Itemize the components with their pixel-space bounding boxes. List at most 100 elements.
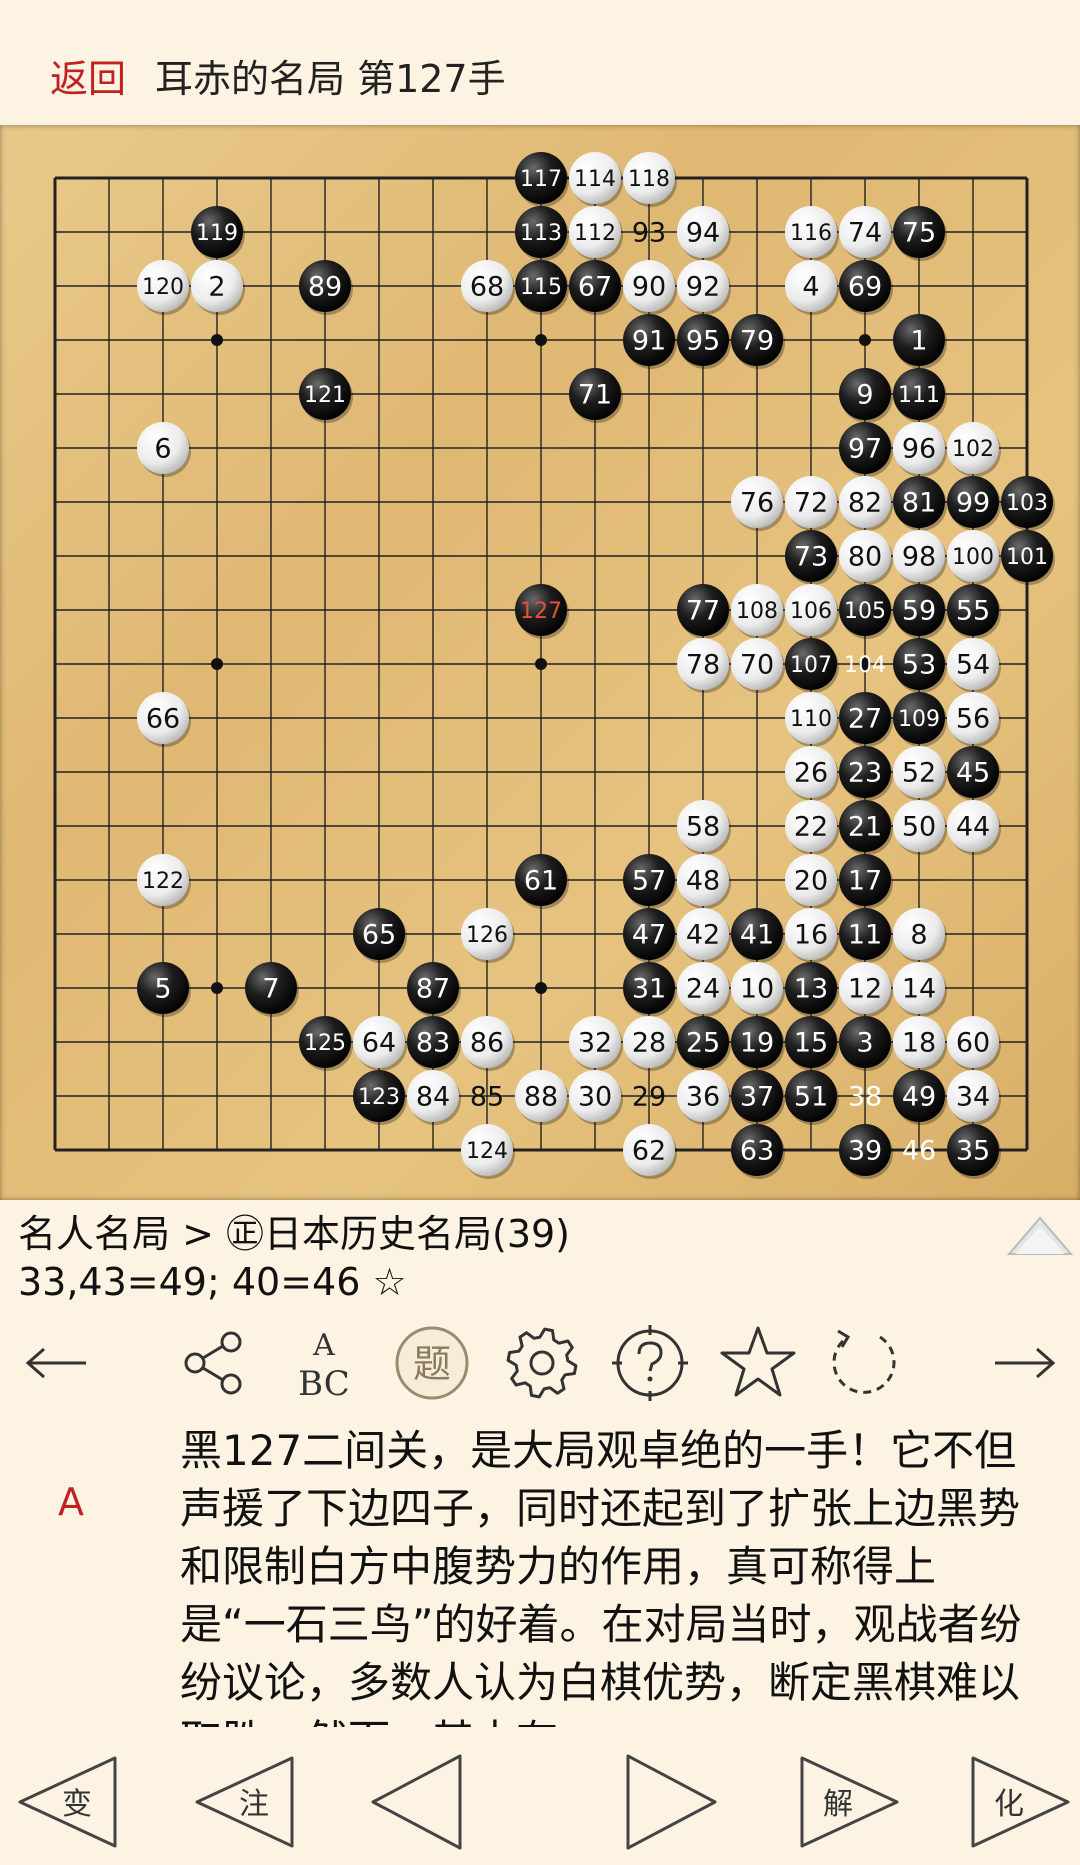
black-stone[interactable]: 39	[839, 1124, 893, 1179]
black-stone[interactable]: 63	[731, 1124, 785, 1179]
black-stone[interactable]: 19	[731, 1016, 785, 1071]
collapse-up-button[interactable]	[1005, 1210, 1075, 1260]
white-stone[interactable]: 108	[731, 584, 785, 639]
black-stone[interactable]: 111	[893, 368, 947, 423]
white-stone[interactable]: 12	[839, 962, 893, 1017]
white-stone[interactable]: 126	[461, 908, 515, 963]
black-stone[interactable]: 11	[839, 908, 893, 963]
white-stone[interactable]: 32	[569, 1016, 623, 1071]
black-stone[interactable]: 109	[893, 692, 947, 747]
black-stone[interactable]: 81	[893, 476, 947, 531]
white-stone[interactable]: 60	[947, 1016, 1001, 1071]
white-stone[interactable]: 44	[947, 800, 1001, 855]
black-stone[interactable]: 73	[785, 530, 839, 585]
prev-move-button[interactable]	[368, 1740, 468, 1865]
white-stone[interactable]: 78	[677, 638, 731, 693]
black-stone[interactable]: 91	[623, 314, 677, 369]
black-stone[interactable]: 87	[407, 962, 461, 1017]
solve-button[interactable]: 解	[792, 1740, 902, 1865]
breadcrumb[interactable]: 名人名局 > ㊣日本历史名局(39)	[18, 1210, 998, 1258]
white-stone[interactable]: 34	[947, 1070, 1001, 1125]
white-stone[interactable]: 4	[785, 260, 839, 315]
white-stone[interactable]: 84	[407, 1070, 461, 1125]
back-button[interactable]: 返回	[50, 48, 126, 103]
go-board[interactable]: 117 114 118119 113 112 93 94 116 74 75120 2 89 68 115…	[0, 125, 1080, 1200]
black-stone[interactable]: 123	[353, 1070, 407, 1125]
white-stone[interactable]: 36	[677, 1070, 731, 1125]
black-stone[interactable]: 119	[191, 206, 245, 261]
white-stone[interactable]: 124	[461, 1124, 515, 1179]
black-stone[interactable]: 89	[299, 260, 353, 315]
black-stone[interactable]: 23	[839, 746, 893, 801]
black-stone[interactable]: 5	[137, 962, 191, 1017]
black-stone[interactable]: 3	[839, 1016, 893, 1071]
black-stone[interactable]: 61	[515, 854, 569, 909]
white-stone[interactable]: 20	[785, 854, 839, 909]
black-stone[interactable]: 13	[785, 962, 839, 1017]
variation-button[interactable]: 变	[15, 1740, 125, 1865]
black-stone[interactable]: 83	[407, 1016, 461, 1071]
white-stone[interactable]: 42	[677, 908, 731, 963]
black-stone[interactable]: 47	[623, 908, 677, 963]
white-stone[interactable]: 10	[731, 962, 785, 1017]
black-stone[interactable]: 1	[893, 314, 947, 369]
white-stone[interactable]: 122	[137, 854, 191, 909]
white-stone[interactable]: 50	[893, 800, 947, 855]
white-stone[interactable]: 76	[731, 476, 785, 531]
white-stone[interactable]: 82	[839, 476, 893, 531]
black-stone[interactable]: 17	[839, 854, 893, 909]
abc-button[interactable]: A BC	[282, 1318, 366, 1408]
white-stone[interactable]: 102	[947, 422, 1001, 477]
white-stone[interactable]: 52	[893, 746, 947, 801]
black-stone[interactable]: 41	[731, 908, 785, 963]
black-stone[interactable]: 117	[515, 152, 569, 207]
white-stone[interactable]: 118	[623, 152, 677, 207]
black-stone[interactable]: 69	[839, 260, 893, 315]
white-stone[interactable]: 96	[893, 422, 947, 477]
black-stone[interactable]: 103	[1001, 476, 1055, 531]
problem-button[interactable]: 题	[390, 1318, 474, 1408]
white-stone[interactable]: 8	[893, 908, 947, 963]
black-stone[interactable]: 95	[677, 314, 731, 369]
white-stone[interactable]: 88	[515, 1070, 569, 1125]
black-stone[interactable]: 121	[299, 368, 353, 423]
white-stone[interactable]: 98	[893, 530, 947, 585]
black-stone[interactable]: 105	[839, 584, 893, 639]
white-stone[interactable]: 114	[569, 152, 623, 207]
white-stone[interactable]: 58	[677, 800, 731, 855]
black-stone[interactable]: 107	[785, 638, 839, 693]
white-stone[interactable]: 120	[137, 260, 191, 315]
white-stone[interactable]: 26	[785, 746, 839, 801]
black-stone[interactable]: 9	[839, 368, 893, 423]
favorite-button[interactable]	[716, 1318, 800, 1408]
white-stone[interactable]: 14	[893, 962, 947, 1017]
black-stone[interactable]: 97	[839, 422, 893, 477]
annotate-button[interactable]: 注	[192, 1740, 302, 1865]
white-stone[interactable]: 22	[785, 800, 839, 855]
white-stone[interactable]: 66	[137, 692, 191, 747]
white-stone[interactable]: 30	[569, 1070, 623, 1125]
black-stone[interactable]: 71	[569, 368, 623, 423]
black-stone[interactable]: 59	[893, 584, 947, 639]
black-stone[interactable]: 125	[299, 1016, 353, 1071]
black-stone[interactable]: 45	[947, 746, 1001, 801]
white-stone[interactable]: 24	[677, 962, 731, 1017]
white-stone[interactable]: 18	[893, 1016, 947, 1071]
white-stone[interactable]: 68	[461, 260, 515, 315]
black-stone[interactable]: 127	[515, 584, 569, 639]
black-stone[interactable]: 35	[947, 1124, 1001, 1179]
white-stone[interactable]: 6	[137, 422, 191, 477]
black-stone[interactable]: 27	[839, 692, 893, 747]
black-stone[interactable]: 101	[1001, 530, 1055, 585]
black-stone[interactable]: 51	[785, 1070, 839, 1125]
next-move-button[interactable]	[620, 1740, 720, 1865]
white-stone[interactable]: 64	[353, 1016, 407, 1071]
black-stone[interactable]: 53	[893, 638, 947, 693]
black-stone[interactable]: 31	[623, 962, 677, 1017]
white-stone[interactable]: 56	[947, 692, 1001, 747]
black-stone[interactable]: 75	[893, 206, 947, 261]
prev-arrow-button[interactable]	[15, 1318, 99, 1408]
black-stone[interactable]: 67	[569, 260, 623, 315]
black-stone[interactable]: 79	[731, 314, 785, 369]
black-stone[interactable]: 65	[353, 908, 407, 963]
